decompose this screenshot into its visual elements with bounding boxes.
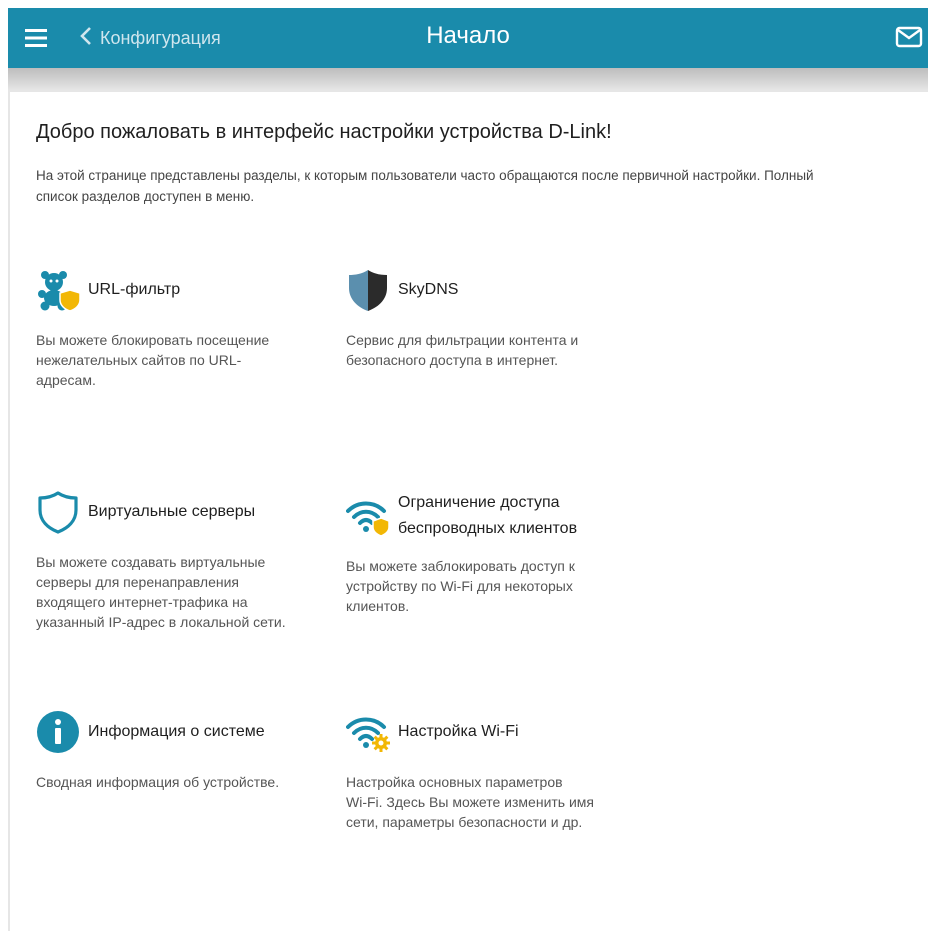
desc-line: нежелательных сайтов по URL-	[36, 352, 242, 368]
desc-line: сети, параметры безопасности и др.	[346, 814, 583, 830]
tile-system-info-link[interactable]: Информация о системе	[36, 710, 265, 754]
tile-url-filter-link[interactable]: URL-фильтр	[36, 268, 180, 312]
tile-description: Настройка основных параметров Wi-Fi. Зде…	[346, 772, 594, 832]
teddy-bear-shield-icon	[36, 268, 81, 312]
page-title: Начало	[426, 22, 510, 49]
intro-text: На этой странице представлены разделы, к…	[36, 165, 906, 207]
tile-description: Вы можете заблокировать доступ к устройс…	[346, 556, 575, 616]
desc-line: указанный IP-адрес в локальной сети.	[36, 614, 286, 630]
tile-virtual-servers: Виртуальные серверы Вы можете создавать …	[36, 490, 336, 640]
tile-virtual-servers-link[interactable]: Виртуальные серверы	[36, 490, 255, 534]
wifi-shield-icon	[346, 494, 390, 538]
desc-line: устройству по Wi-Fi для некоторых	[346, 578, 573, 594]
tile-title: URL-фильтр	[88, 281, 181, 298]
info-icon	[36, 710, 80, 754]
desc-line: Вы можете блокировать посещение	[36, 332, 270, 348]
tile-wireless-access-link[interactable]: Ограничение доступа беспроводных клиенто…	[346, 490, 577, 542]
tile-title: SkyDNS	[398, 281, 459, 298]
wifi-gear-icon	[346, 710, 390, 754]
tile-title-line: беспроводных клиентов	[398, 520, 578, 537]
header-shadow	[8, 68, 928, 90]
desc-line: безопасного доступа в интернет.	[346, 352, 559, 368]
tile-title-line: Ограничение доступа	[398, 494, 560, 511]
tile-wifi-setup: Настройка Wi-Fi Настройка основных парам…	[346, 710, 646, 840]
shield-outline-icon	[36, 490, 80, 534]
desc-line: Вы можете заблокировать доступ к	[346, 558, 575, 574]
tile-wifi-setup-link[interactable]: Настройка Wi-Fi	[346, 710, 519, 754]
tile-title: Ограничение доступа беспроводных клиенто…	[398, 490, 577, 542]
top-bar: Конфигурация Начало	[8, 8, 928, 68]
intro-line: На этой странице представлены разделы, к…	[36, 168, 814, 183]
tile-system-info: Информация о системе Сводная информация …	[36, 710, 336, 810]
tile-skydns-link[interactable]: SkyDNS	[346, 268, 458, 312]
desc-line: Wi-Fi. Здесь Вы можете изменить имя	[346, 794, 595, 810]
tile-description: Вы можете создавать виртуальные серверы …	[36, 552, 286, 632]
content-card: Добро пожаловать в интерфейс настройки у…	[10, 92, 928, 931]
desc-line: входящего интернет-трафика на	[36, 594, 248, 610]
desc-line: серверы для перенаправления	[36, 574, 239, 590]
tile-description: Сервис для фильтрации контента и безопас…	[346, 330, 578, 370]
tile-url-filter: URL-фильтр Вы можете блокировать посещен…	[36, 268, 326, 408]
desc-line: Сводная информация об устройстве.	[36, 774, 280, 790]
tile-title: Информация о системе	[88, 723, 265, 740]
shield-dark-icon	[346, 268, 390, 312]
tile-description: Сводная информация об устройстве.	[36, 772, 279, 792]
tile-wireless-access: Ограничение доступа беспроводных клиенто…	[346, 490, 646, 640]
desc-line: адресам.	[36, 372, 96, 388]
desc-line: клиентов.	[346, 598, 410, 614]
desc-line: Настройка основных параметров	[346, 774, 563, 790]
mail-icon[interactable]	[895, 26, 923, 48]
intro-line: список разделов доступен в меню.	[36, 189, 255, 204]
tile-description: Вы можете блокировать посещение нежелате…	[36, 330, 269, 390]
tile-title: Настройка Wi-Fi	[398, 723, 519, 740]
tile-skydns: SkyDNS Сервис для фильтрации контента и …	[346, 268, 636, 408]
desc-line: Сервис для фильтрации контента и	[346, 332, 579, 348]
welcome-heading: Добро пожаловать в интерфейс настройки у…	[36, 121, 612, 143]
tile-title: Виртуальные серверы	[88, 503, 256, 520]
app-frame: Конфигурация Начало Добро пожаловать в и…	[8, 8, 928, 931]
desc-line: Вы можете создавать виртуальные	[36, 554, 266, 570]
